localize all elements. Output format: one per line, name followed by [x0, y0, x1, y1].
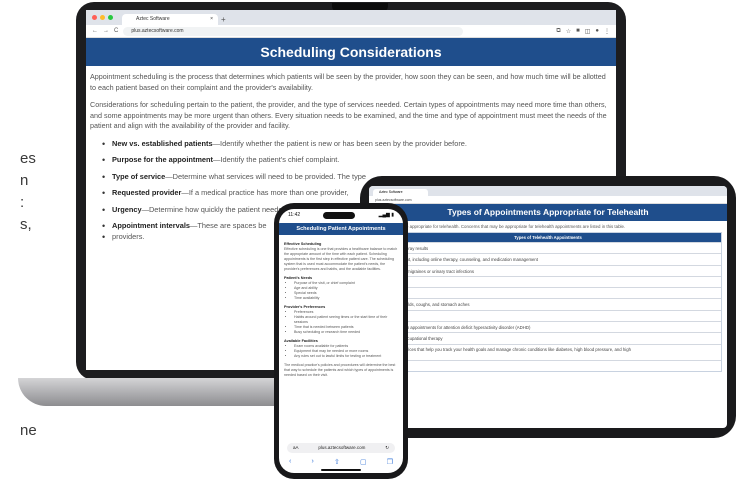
- list-item: Busy scheduling or research time needed: [294, 330, 398, 335]
- browser-toolbar: ← → C plus.aztecsoftware.com ⧉ ☆ ■ ◫ ● ⋮: [86, 25, 616, 38]
- bookmark-icon[interactable]: ☆: [566, 28, 571, 35]
- list-item: Purpose for the appointment—Identify the…: [102, 155, 612, 166]
- table-row: e management: [375, 287, 721, 298]
- maximize-window-icon[interactable]: [108, 15, 113, 20]
- forward-icon[interactable]: ›: [311, 458, 313, 466]
- table-row: chas: [375, 359, 721, 371]
- section-text: Effective scheduling is one that provide…: [284, 247, 398, 271]
- profile-icon[interactable]: ●: [595, 28, 599, 35]
- considerations-paragraph: Considerations for scheduling pertain to…: [90, 100, 607, 130]
- table-row: conditions like migraines or urinary tra…: [375, 264, 721, 276]
- phone-page-title: Scheduling Patient Appointments: [279, 223, 403, 235]
- reload-icon[interactable]: C: [114, 28, 118, 34]
- tablet-address-bar[interactable]: plus.aztecsoftware.com: [369, 196, 727, 204]
- tablet-intro: Appointments are appropriate for telehea…: [374, 224, 626, 229]
- back-icon[interactable]: ‹: [289, 458, 291, 466]
- browser-tab-title: Aztec Software: [136, 16, 170, 22]
- close-tab-icon[interactable]: ×: [210, 14, 213, 25]
- list-item: Time availability: [294, 296, 398, 301]
- home-indicator: [321, 469, 361, 471]
- text-size-icon[interactable]: aA: [293, 443, 299, 453]
- list-item: Any rules set out to lawful limits for t…: [294, 354, 398, 359]
- device-mockup-stage: es n : s, ne Aztec Software × + ← → C pl…: [0, 0, 741, 482]
- table-header: Types of Telehealth Appointments: [375, 233, 721, 242]
- extension-icon[interactable]: ■: [576, 28, 580, 35]
- phone-screen: 11:42 ▂▄▆ ▮ Scheduling Patient Appointme…: [279, 209, 403, 473]
- table-row: al and follow-up appointments for attent…: [375, 321, 721, 332]
- bookmarks-icon[interactable]: ▢: [360, 458, 367, 466]
- closing-text: The medical practice's policies and proc…: [284, 363, 396, 377]
- reload-icon[interactable]: ↻: [385, 443, 389, 453]
- phone-status-bar: 11:42 ▂▄▆ ▮: [279, 209, 403, 221]
- list-item: Habits around patient seeing times or th…: [294, 315, 398, 325]
- window-controls: [92, 10, 113, 25]
- side-text-fragment: n: [20, 172, 29, 189]
- table-row: therapy and occupational therapy: [375, 332, 721, 343]
- table-row: h issues like colds, coughs, and stomach…: [375, 298, 721, 309]
- side-text-fragment: es: [20, 150, 36, 167]
- menu-icon[interactable]: ⋮: [604, 28, 610, 35]
- close-window-icon[interactable]: [92, 15, 97, 20]
- tablet-page-title: Types of Appointments Appropriate for Te…: [369, 204, 727, 221]
- phone-address-bar[interactable]: aA plus.aztecsoftware.com ↻: [287, 443, 395, 453]
- section-list: Preferences Habits around patient seeing…: [294, 310, 398, 335]
- side-text-fragment: s,: [20, 216, 32, 233]
- table-row: cal follow-up: [375, 309, 721, 321]
- forward-icon[interactable]: →: [103, 28, 109, 34]
- tablet-screen: Aztec Software plus.aztecsoftware.com Ty…: [369, 186, 727, 428]
- phone-clock: 11:42: [288, 212, 301, 218]
- browser-tab-strip: Aztec Software × +: [86, 10, 616, 25]
- side-text-fragment: :: [20, 194, 25, 211]
- share-icon[interactable]: ⇧: [334, 458, 340, 466]
- section-list: Purpose of the visit, or chief complaint…: [294, 281, 398, 301]
- tablet-tab-strip: Aztec Software: [369, 186, 727, 196]
- table-row: ptions: [375, 275, 721, 287]
- phone-page-content: Effective Scheduling Effective schedulin…: [279, 235, 403, 381]
- new-tab-icon[interactable]: +: [221, 14, 226, 25]
- phone-nav-bar: ‹ › ⇧ ▢ ❐: [289, 458, 393, 466]
- tablet-browser-tab[interactable]: Aztec Software: [373, 189, 428, 196]
- share-icon[interactable]: ⧉: [556, 28, 560, 35]
- telehealth-table: Types of Telehealth Appointments lab tes…: [374, 232, 722, 372]
- back-icon[interactable]: ←: [92, 28, 98, 34]
- side-text-fragment: ne: [20, 422, 37, 439]
- sidebar-icon[interactable]: ◫: [585, 28, 591, 35]
- list-item: New vs. established patients—Identify wh…: [102, 139, 612, 150]
- tabs-icon[interactable]: ❐: [387, 458, 393, 466]
- phone-url: plus.aztecsoftware.com: [318, 445, 366, 450]
- browser-tab[interactable]: Aztec Software ×: [122, 14, 218, 25]
- dynamic-island: [323, 211, 356, 219]
- minimize-window-icon[interactable]: [100, 15, 105, 20]
- table-row: health treatment, including online thera…: [375, 253, 721, 264]
- table-row: monitoring services that help you track …: [375, 343, 721, 360]
- table-row: lab testing or x-ray results: [375, 242, 721, 253]
- signal-battery-icon: ▂▄▆ ▮: [378, 212, 394, 218]
- section-list: Exam rooms available for patients Equipm…: [294, 344, 398, 359]
- address-bar[interactable]: plus.aztecsoftware.com: [123, 26, 464, 36]
- intro-paragraph: Appointment scheduling is the process th…: [90, 72, 606, 92]
- page-title: Scheduling Considerations: [86, 38, 616, 66]
- toolbar-icons: ⧉ ☆ ■ ◫ ● ⋮: [556, 28, 610, 35]
